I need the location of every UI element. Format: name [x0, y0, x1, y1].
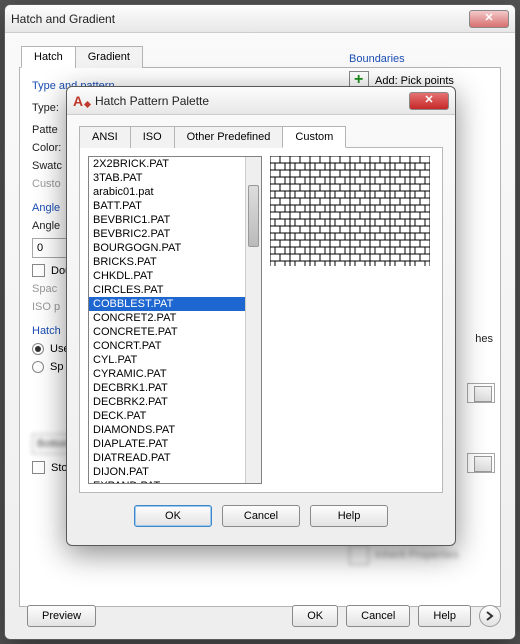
tab-hatch[interactable]: Hatch	[21, 46, 76, 68]
tab-custom[interactable]: Custom	[282, 126, 346, 148]
tab-ansi[interactable]: ANSI	[79, 126, 131, 148]
tab-other[interactable]: Other Predefined	[174, 126, 284, 148]
list-item[interactable]: COBBLEST.PAT	[89, 297, 261, 311]
palette-close-button[interactable]: ✕	[409, 92, 449, 110]
palette-help-button[interactable]: Help	[310, 505, 388, 527]
palette-ok-button[interactable]: OK	[134, 505, 212, 527]
pattern-preview-area	[270, 156, 434, 484]
store-default-checkbox[interactable]	[32, 461, 45, 474]
main-titlebar: Hatch and Gradient ✕	[5, 5, 515, 33]
side-combo-2[interactable]	[467, 453, 495, 473]
palette-body: 2X2BRICK.PAT3TAB.PATarabic01.patBATT.PAT…	[79, 147, 443, 493]
list-item[interactable]: BOURGOGN.PAT	[89, 241, 261, 255]
expand-button[interactable]	[479, 605, 501, 627]
list-item[interactable]: BATT.PAT	[89, 199, 261, 213]
list-item[interactable]: DIAPLATE.PAT	[89, 437, 261, 451]
list-item[interactable]: CIRCLES.PAT	[89, 283, 261, 297]
list-item[interactable]: CONCRT.PAT	[89, 339, 261, 353]
sp-radio[interactable]	[32, 361, 44, 373]
main-button-row: Preview OK Cancel Help	[5, 605, 515, 627]
list-item[interactable]: CYL.PAT	[89, 353, 261, 367]
list-item[interactable]: DECBRK1.PAT	[89, 381, 261, 395]
pattern-swatch	[270, 156, 430, 266]
list-scrollbar[interactable]	[245, 157, 261, 483]
main-help-button[interactable]: Help	[418, 605, 471, 627]
tab-gradient[interactable]: Gradient	[75, 46, 143, 68]
list-item[interactable]: CONCRETE.PAT	[89, 325, 261, 339]
use-radio[interactable]	[32, 343, 44, 355]
palette-title: Hatch Pattern Palette	[95, 94, 409, 108]
list-item[interactable]: CYRAMIC.PAT	[89, 367, 261, 381]
palette-titlebar: Hatch Pattern Palette ✕	[67, 87, 455, 115]
chevron-right-icon	[485, 611, 495, 621]
double-checkbox[interactable]	[32, 264, 45, 277]
list-item[interactable]: DECK.PAT	[89, 409, 261, 423]
autocad-icon	[73, 93, 89, 109]
close-button[interactable]: ✕	[469, 10, 509, 28]
list-item[interactable]: DIAMONDS.PAT	[89, 423, 261, 437]
list-item[interactable]: EXPAND.PAT	[89, 479, 261, 484]
palette-tabstrip: ANSI ISO Other Predefined Custom	[79, 125, 455, 147]
list-item[interactable]: 2X2BRICK.PAT	[89, 157, 261, 171]
list-item[interactable]: BRICKS.PAT	[89, 255, 261, 269]
main-ok-button[interactable]: OK	[292, 605, 338, 627]
list-item[interactable]: CHKDL.PAT	[89, 269, 261, 283]
list-item[interactable]: 3TAB.PAT	[89, 171, 261, 185]
sp-label: Sp	[50, 361, 63, 373]
list-item[interactable]: arabic01.pat	[89, 185, 261, 199]
list-item[interactable]: CONCRET2.PAT	[89, 311, 261, 325]
list-item[interactable]: DECBRK2.PAT	[89, 395, 261, 409]
hatch-pattern-palette-dialog: Hatch Pattern Palette ✕ ANSI ISO Other P…	[66, 86, 456, 546]
inherit-label: Inherit Properties	[375, 549, 459, 561]
side-combo-1[interactable]	[467, 383, 495, 403]
list-item[interactable]: DIJON.PAT	[89, 465, 261, 479]
list-item[interactable]: DIATREAD.PAT	[89, 451, 261, 465]
palette-cancel-button[interactable]: Cancel	[222, 505, 300, 527]
palette-button-row: OK Cancel Help	[67, 505, 455, 539]
list-item[interactable]: BEVBRIC1.PAT	[89, 213, 261, 227]
preview-button[interactable]: Preview	[27, 605, 96, 627]
main-cancel-button[interactable]: Cancel	[346, 605, 410, 627]
main-title: Hatch and Gradient	[11, 12, 469, 26]
pattern-file-list[interactable]: 2X2BRICK.PAT3TAB.PATarabic01.patBATT.PAT…	[88, 156, 262, 484]
tab-iso[interactable]: ISO	[130, 126, 175, 148]
list-item[interactable]: BEVBRIC2.PAT	[89, 227, 261, 241]
hes-text: hes	[475, 333, 493, 345]
boundaries-title: Boundaries	[349, 53, 489, 65]
inherit-icon[interactable]	[349, 545, 369, 565]
